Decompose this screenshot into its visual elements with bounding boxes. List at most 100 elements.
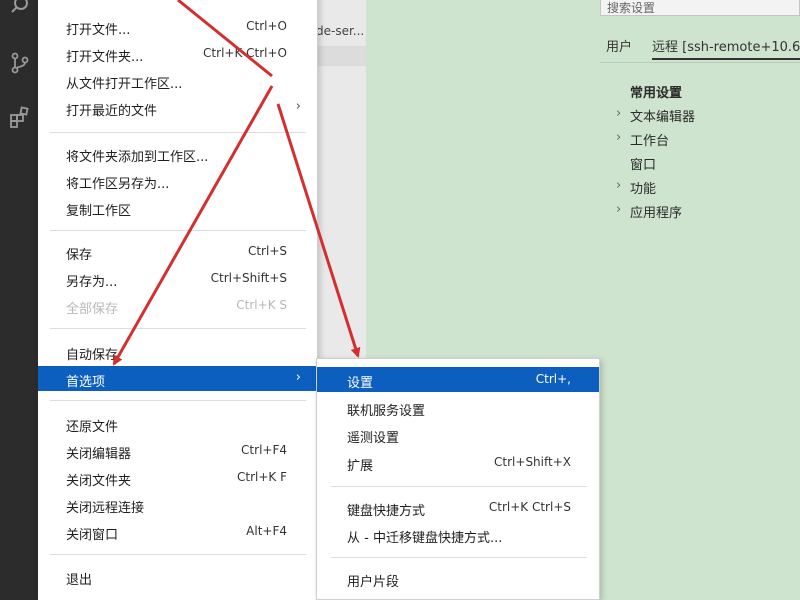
- tree-item-text-editor[interactable]: › 文本编辑器: [616, 104, 796, 128]
- menu-separator: [50, 554, 306, 555]
- settings-search-input[interactable]: 搜索设置: [600, 0, 800, 16]
- menu-separator: [50, 132, 306, 133]
- menu-item-settings[interactable]: 设置 Ctrl+,: [317, 367, 599, 392]
- menu-item-label: 关闭文件夹: [66, 474, 132, 489]
- menu-item-label: 打开文件夹...: [66, 50, 144, 65]
- menu-item-label: 自动保存: [66, 348, 119, 363]
- menu-item-open-folder[interactable]: 打开文件夹... Ctrl+K Ctrl+O: [38, 41, 317, 66]
- menu-item-user-snippets[interactable]: 用户片段: [317, 566, 599, 591]
- menu-item-label: 打开文件...: [66, 23, 131, 38]
- menu-item-label: 首选项: [66, 375, 106, 390]
- menu-item-shortcut: Alt+F4: [246, 524, 287, 538]
- menu-item-add-folder[interactable]: 将文件夹添加到工作区...: [38, 141, 317, 166]
- menu-separator: [331, 486, 587, 487]
- tab-user[interactable]: 用户: [606, 36, 632, 55]
- menu-item-shortcut: Ctrl+K F: [237, 470, 287, 484]
- search-icon[interactable]: [9, 0, 31, 16]
- menu-item-label: 关闭编辑器: [66, 447, 132, 462]
- tab-remote[interactable]: 远程 [ssh-remote+10.63: [652, 36, 800, 55]
- menu-item-auto-save[interactable]: 自动保存: [38, 339, 317, 364]
- menu-item-save-all[interactable]: 全部保存 Ctrl+K S: [38, 293, 317, 318]
- menu-item-open-workspace[interactable]: 从文件打开工作区...: [38, 68, 317, 93]
- tree-item-label: 工作台: [630, 134, 670, 149]
- menu-item-save-workspace-as[interactable]: 将工作区另存为...: [38, 168, 317, 193]
- tree-item-label: 常用设置: [630, 86, 683, 101]
- menu-item-shortcut: Ctrl+,: [535, 372, 571, 386]
- menu-item-label: 退出: [66, 573, 93, 588]
- source-control-icon[interactable]: [9, 52, 31, 74]
- menu-item-label: 还原文件: [66, 420, 119, 435]
- tree-item-window[interactable]: 窗口: [616, 152, 796, 176]
- menu-item-extensions[interactable]: 扩展 Ctrl+Shift+X: [317, 450, 599, 475]
- chevron-right-icon: ›: [295, 99, 301, 114]
- menu-item-label: 键盘快捷方式: [347, 504, 426, 519]
- tree-item-common[interactable]: 常用设置: [616, 80, 796, 104]
- editor-tab-strip: de-ser...: [316, 0, 366, 358]
- chevron-right-icon: ›: [616, 130, 622, 145]
- menu-separator: [50, 328, 306, 329]
- menu-separator: [50, 400, 306, 401]
- preferences-submenu: 设置 Ctrl+, 联机服务设置 遥测设置 扩展 Ctrl+Shift+X 键盘…: [316, 358, 600, 600]
- menu-item-shortcut: Ctrl+Shift+X: [494, 455, 571, 469]
- menu-item-shortcut: Ctrl+S: [247, 244, 287, 258]
- tree-item-label: 文本编辑器: [630, 110, 696, 125]
- chevron-right-icon: ›: [616, 178, 622, 193]
- tree-item-features[interactable]: › 功能: [616, 176, 796, 200]
- menu-item-label: 扩展: [347, 459, 374, 474]
- menu-item-label: 用户片段: [347, 575, 400, 590]
- menu-item-migrate-keyboard[interactable]: 从 - 中迁移键盘快捷方式...: [317, 522, 599, 547]
- menu-item-close-window[interactable]: 关闭窗口 Alt+F4: [38, 519, 317, 544]
- chevron-right-icon: ›: [616, 202, 622, 217]
- tree-item-workbench[interactable]: › 工作台: [616, 128, 796, 152]
- menu-item-label: 关闭远程连接: [66, 501, 145, 516]
- tree-item-application[interactable]: › 应用程序: [616, 200, 796, 224]
- menu-item-label: 联机服务设置: [347, 404, 426, 419]
- editor-tab-label[interactable]: de-ser...: [316, 24, 364, 38]
- menu-item-shortcut: Ctrl+F4: [241, 443, 287, 457]
- menu-item-close-folder[interactable]: 关闭文件夹 Ctrl+K F: [38, 465, 317, 490]
- menu-item-telemetry[interactable]: 遥测设置: [317, 422, 599, 447]
- tree-item-label: 应用程序: [630, 206, 683, 221]
- menu-item-label: 另存为...: [66, 275, 118, 290]
- menu-separator: [331, 557, 587, 558]
- menu-item-label: 复制工作区: [66, 204, 132, 219]
- menu-item-duplicate-workspace[interactable]: 复制工作区: [38, 195, 317, 220]
- menu-item-label: 保存: [66, 248, 93, 263]
- divider: [600, 62, 800, 63]
- menu-item-shortcut: Ctrl+O: [246, 19, 287, 33]
- settings-scope-tabs: 用户 远程 [ssh-remote+10.63: [600, 30, 800, 60]
- settings-tree: 常用设置 › 文本编辑器 › 工作台 窗口 › 功能 › 应用程序: [616, 80, 796, 224]
- menu-item-label: 将工作区另存为...: [66, 177, 170, 192]
- menu-item-preferences[interactable]: 首选项 ›: [38, 366, 317, 391]
- extensions-icon[interactable]: [9, 106, 31, 128]
- menu-item-label: 打开最近的文件: [66, 104, 158, 119]
- activity-bar: [0, 0, 38, 600]
- chevron-right-icon: ›: [295, 370, 301, 385]
- menu-item-save-as[interactable]: 另存为... Ctrl+Shift+S: [38, 266, 317, 291]
- menu-item-label: 将文件夹添加到工作区...: [66, 150, 209, 165]
- menu-item-shortcut: Ctrl+K Ctrl+O: [203, 46, 287, 60]
- menu-item-label: 关闭窗口: [66, 528, 119, 543]
- menu-item-open-recent[interactable]: 打开最近的文件 ›: [38, 95, 317, 120]
- tree-item-label: 功能: [630, 182, 657, 197]
- menu-item-label: 遥测设置: [347, 431, 400, 446]
- editor-tab-bar: [316, 46, 366, 66]
- menu-item-close-editor[interactable]: 关闭编辑器 Ctrl+F4: [38, 438, 317, 463]
- menu-item-exit[interactable]: 退出: [38, 564, 317, 589]
- tree-item-label: 窗口: [630, 158, 657, 173]
- menu-item-label: 设置: [347, 376, 374, 391]
- menu-item-keyboard-shortcuts[interactable]: 键盘快捷方式 Ctrl+K Ctrl+S: [317, 495, 599, 520]
- menu-item-label: 从文件打开工作区...: [66, 77, 183, 92]
- menu-item-open-file[interactable]: 打开文件... Ctrl+O: [38, 14, 317, 39]
- menu-item-shortcut: Ctrl+K S: [236, 298, 287, 312]
- menu-item-shortcut: Ctrl+K Ctrl+S: [488, 500, 571, 514]
- menu-item-online-services[interactable]: 联机服务设置: [317, 395, 599, 420]
- menu-item-label: 从 - 中迁移键盘快捷方式...: [347, 531, 503, 546]
- chevron-right-icon: ›: [616, 106, 622, 121]
- menu-item-save[interactable]: 保存 Ctrl+S: [38, 239, 317, 264]
- file-menu: 打开文件... Ctrl+O 打开文件夹... Ctrl+K Ctrl+O 从文…: [38, 0, 318, 600]
- menu-item-revert-file[interactable]: 还原文件: [38, 411, 317, 436]
- menu-item-label: 全部保存: [66, 302, 119, 317]
- menu-item-close-remote[interactable]: 关闭远程连接: [38, 492, 317, 517]
- menu-item-shortcut: Ctrl+Shift+S: [210, 271, 287, 285]
